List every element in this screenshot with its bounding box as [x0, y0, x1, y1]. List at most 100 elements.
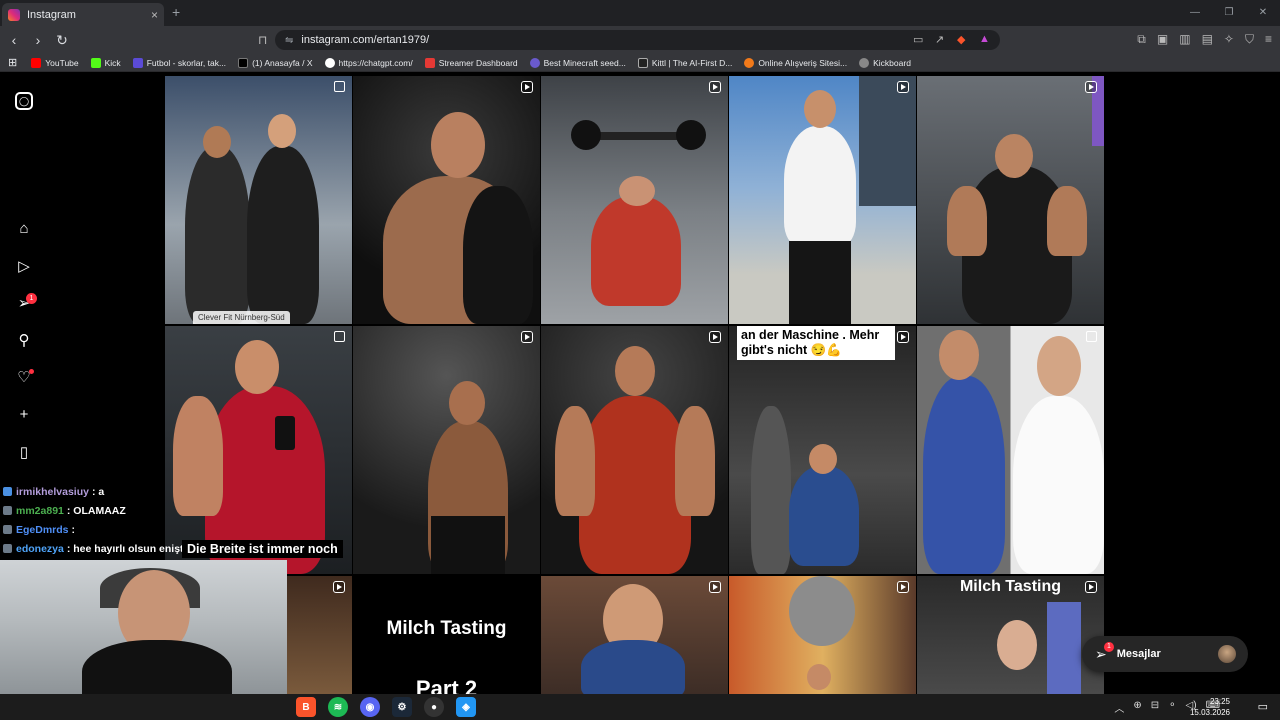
- post-tile[interactable]: [917, 76, 1104, 324]
- bookmark-favicon-icon: [529, 57, 540, 68]
- home-icon[interactable]: ⌂: [15, 220, 33, 238]
- bookmark-item[interactable]: Streamer Dashboard: [424, 57, 518, 68]
- restore-icon[interactable]: ❐: [1212, 0, 1246, 26]
- post-title: Milch Tasting: [386, 618, 507, 639]
- forward-icon[interactable]: ›: [28, 32, 48, 48]
- bookmark-item[interactable]: (1) Anasayfa / X: [238, 57, 313, 68]
- direct-badge: 1: [26, 293, 37, 304]
- webcam-overlay: [0, 560, 287, 694]
- post-tile[interactable]: [729, 576, 916, 694]
- bookmark-favicon-icon: [90, 57, 101, 68]
- post-image: [247, 146, 319, 324]
- bookmark-favicon-icon: [31, 57, 42, 68]
- carousel-icon: [1086, 331, 1097, 342]
- extensions-icon[interactable]: ⧉: [1137, 32, 1146, 47]
- posts-grid: Clever Fit Nürnberg-Süd an der Maschine …: [165, 76, 1104, 694]
- discord-app-icon[interactable]: ◉: [360, 697, 380, 717]
- messages-pill-button[interactable]: ➢ 1 Mesajlar: [1082, 636, 1248, 672]
- bookmarks-bar: ⊞ YouTube Kick Futbol - skorlar, tak... …: [0, 54, 1280, 72]
- usb-icon[interactable]: ⊟: [1151, 700, 1159, 715]
- tab-search-icon[interactable]: ▣: [1157, 32, 1168, 47]
- brave-shield-icon[interactable]: ◆: [957, 33, 965, 46]
- bookmark-item[interactable]: Futbol - skorlar, tak...: [132, 57, 226, 68]
- dashboard-icon[interactable]: ▯: [15, 444, 33, 462]
- post-tile[interactable]: [541, 76, 728, 324]
- create-icon[interactable]: +: [15, 406, 33, 424]
- chat-text: : hee hayırlı olsun enişte: [66, 542, 190, 555]
- new-tab-button[interactable]: +: [172, 4, 180, 20]
- close-window-icon[interactable]: ✕: [1246, 0, 1280, 26]
- bookmark-item[interactable]: https://chatgpt.com/: [324, 57, 413, 68]
- vpn-icon[interactable]: ⛉: [1245, 32, 1254, 47]
- post-image: [235, 340, 279, 394]
- instagram-icon[interactable]: ◯: [15, 92, 33, 110]
- apps-grid-icon[interactable]: ⊞: [8, 56, 17, 69]
- cast-icon[interactable]: ▭: [913, 33, 923, 46]
- sidebar-icon[interactable]: ▥: [1179, 32, 1190, 47]
- post-tile[interactable]: [541, 326, 728, 574]
- windows-taskbar: B ≋ ◉ ⚙ ● ◈ ︿ ⊕ ⊟ ⚬ ◁) ⌨ 23:25 15.03.202…: [0, 694, 1280, 720]
- post-tile[interactable]: [729, 76, 916, 324]
- post-caption: Die Breite ist immer noch: [182, 540, 343, 558]
- chat-username: EgeDmrds: [16, 523, 69, 536]
- post-tile[interactable]: [917, 326, 1104, 574]
- chat-badge-icon: [3, 525, 12, 534]
- close-tab-icon[interactable]: ×: [151, 8, 158, 22]
- leo-ai-icon[interactable]: ✧: [1224, 32, 1234, 47]
- post-image: [185, 146, 250, 324]
- bookmark-item[interactable]: Kittl | The AI-First D...: [637, 57, 732, 68]
- post-image: [203, 126, 231, 158]
- steam-app-icon[interactable]: ⚙: [392, 697, 412, 717]
- taskbar-clock[interactable]: 23:25 15.03.2026: [1190, 696, 1230, 718]
- post-tile[interactable]: [541, 576, 728, 694]
- search-icon[interactable]: ⚲: [15, 332, 33, 350]
- post-image: [789, 576, 855, 646]
- chevron-up-icon[interactable]: ︿: [1114, 700, 1124, 715]
- bookmark-icon[interactable]: ⊓: [258, 33, 267, 47]
- clock-date: 15.03.2026: [1189, 708, 1230, 717]
- app-icon[interactable]: ◈: [456, 697, 476, 717]
- reel-icon: [709, 81, 721, 93]
- post-image: [675, 406, 715, 516]
- messages-badge: 1: [1104, 642, 1114, 652]
- reel-icon: [521, 331, 533, 343]
- post-tile[interactable]: Clever Fit Nürnberg-Süd: [165, 76, 352, 324]
- post-tile[interactable]: [353, 76, 540, 324]
- spotify-app-icon[interactable]: ≋: [328, 697, 348, 717]
- back-icon[interactable]: ‹: [4, 32, 24, 48]
- bookmark-item[interactable]: Online Alışveriş Sitesi...: [744, 57, 847, 68]
- reels-icon[interactable]: ▷: [15, 258, 33, 276]
- menu-icon[interactable]: ≡: [1265, 32, 1272, 47]
- post-tile[interactable]: Milch Tasting Part 2: [353, 576, 540, 694]
- taskbar-apps: B ≋ ◉ ⚙ ● ◈: [296, 697, 476, 717]
- post-tile[interactable]: Milch Tasting: [917, 576, 1104, 694]
- obs-app-icon[interactable]: ●: [424, 697, 444, 717]
- brave-app-icon[interactable]: B: [296, 697, 316, 717]
- post-tile[interactable]: [353, 326, 540, 574]
- browser-tab-instagram[interactable]: Instagram ×: [2, 3, 164, 26]
- post-image: [676, 120, 706, 150]
- site-info-icon[interactable]: ⇋: [285, 35, 293, 46]
- bookmark-item[interactable]: Kick: [90, 57, 121, 68]
- tab-title: Instagram: [27, 8, 76, 21]
- minimize-icon[interactable]: —: [1178, 0, 1212, 26]
- network-icon[interactable]: ⊕: [1133, 700, 1141, 715]
- bookmark-item[interactable]: YouTube: [31, 57, 79, 68]
- reload-icon[interactable]: ↻: [52, 32, 72, 49]
- bookmark-item[interactable]: Best Minecraft seed...: [529, 57, 626, 68]
- share-icon[interactable]: ↗: [935, 33, 944, 46]
- post-tile[interactable]: an der Maschine . Mehr gibt's nicht 😏💪: [729, 326, 916, 574]
- address-bar[interactable]: ⇋ instagram.com/ertan1979/ ▭ ↗ ◆ ▲: [275, 30, 1000, 50]
- post-image: [619, 176, 655, 206]
- notifications-icon[interactable]: ▭: [1258, 700, 1268, 713]
- post-image: [784, 126, 856, 246]
- wallet-icon[interactable]: ▤: [1202, 32, 1213, 47]
- chat-message: irmikhelvasiuy : a: [0, 482, 300, 501]
- rewards-icon[interactable]: ▲: [979, 33, 990, 45]
- chat-username: irmikhelvasiuy: [16, 485, 89, 498]
- post-image: [789, 466, 859, 566]
- bookmark-item[interactable]: Kickboard: [859, 57, 911, 68]
- reel-icon: [897, 81, 909, 93]
- microphone-icon[interactable]: ⚬: [1168, 700, 1176, 715]
- post-image: [997, 620, 1037, 670]
